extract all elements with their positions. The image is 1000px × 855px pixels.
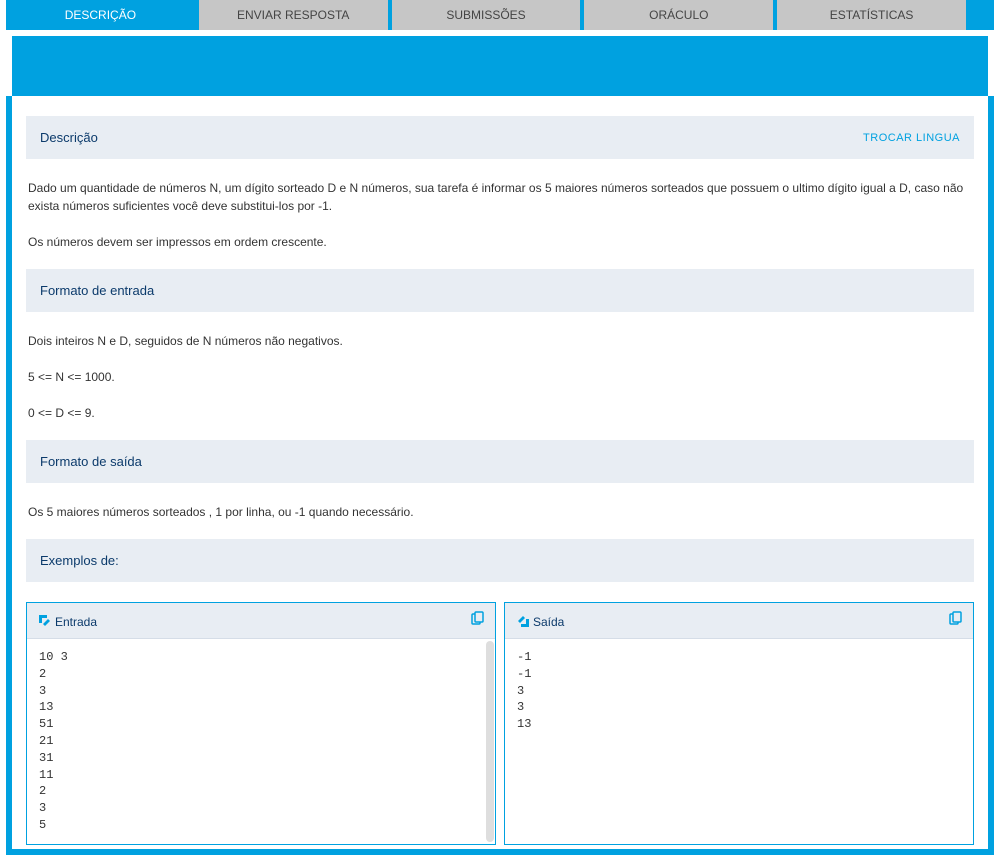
section-descricao-title: Descrição	[40, 130, 98, 145]
example-entrada-title: Entrada	[37, 613, 97, 629]
example-entrada-label: Entrada	[55, 615, 97, 629]
descricao-paragraph-1: Dado um quantidade de números N, um dígi…	[28, 179, 974, 215]
example-saida-head: Saída	[505, 603, 973, 639]
arrow-out-icon	[515, 613, 531, 629]
trocar-lingua-link[interactable]: TROCAR LINGUA	[863, 132, 960, 144]
tab-enviar-resposta[interactable]: ENVIAR RESPOSTA	[199, 0, 388, 30]
section-entrada-header: Formato de entrada	[26, 269, 974, 312]
tab-submissoes[interactable]: SUBMISSÕES	[392, 0, 581, 30]
tab-descricao[interactable]: DESCRIÇÃO	[6, 0, 195, 30]
entrada-paragraph-2: 5 <= N <= 1000.	[28, 368, 974, 386]
entrada-paragraph-3: 0 <= D <= 9.	[28, 404, 974, 422]
example-saida-title: Saída	[515, 613, 564, 629]
page-root: DESCRIÇÃO ENVIAR RESPOSTA SUBMISSÕES ORÁ…	[0, 0, 1000, 855]
examples-row: Entrada 10 3 2 3 13 51 21 31 11 2 3 5	[26, 602, 974, 845]
section-entrada-title: Formato de entrada	[40, 283, 154, 298]
header-bluebar	[12, 36, 988, 96]
section-saida-title: Formato de saída	[40, 454, 142, 469]
copy-entrada-icon[interactable]	[469, 611, 485, 630]
arrow-in-icon	[37, 613, 53, 629]
saida-paragraph-1: Os 5 maiores números sorteados , 1 por l…	[28, 503, 974, 521]
tab-estatisticas[interactable]: ESTATÍSTICAS	[777, 0, 966, 30]
copy-saida-icon[interactable]	[947, 611, 963, 630]
tab-oraculo[interactable]: ORÁCULO	[584, 0, 773, 30]
tab-bar: DESCRIÇÃO ENVIAR RESPOSTA SUBMISSÕES ORÁ…	[0, 0, 1000, 36]
example-saida-panel: Saída -1 -1 3 3 13	[504, 602, 974, 845]
example-saida-body[interactable]: -1 -1 3 3 13	[505, 639, 973, 844]
example-entrada-body[interactable]: 10 3 2 3 13 51 21 31 11 2 3 5	[27, 639, 495, 844]
example-entrada-head: Entrada	[27, 603, 495, 639]
example-saida-label: Saída	[533, 615, 564, 629]
descricao-paragraph-2: Os números devem ser impressos em ordem …	[28, 233, 974, 251]
section-saida-header: Formato de saída	[26, 440, 974, 483]
content-area: Descrição TROCAR LINGUA Dado um quantida…	[6, 96, 994, 855]
example-entrada-panel: Entrada 10 3 2 3 13 51 21 31 11 2 3 5	[26, 602, 496, 845]
entrada-paragraph-1: Dois inteiros N e D, seguidos de N númer…	[28, 332, 974, 350]
section-exemplos-title: Exemplos de:	[40, 553, 119, 568]
section-descricao-header: Descrição TROCAR LINGUA	[26, 116, 974, 159]
section-exemplos-header: Exemplos de:	[26, 539, 974, 582]
